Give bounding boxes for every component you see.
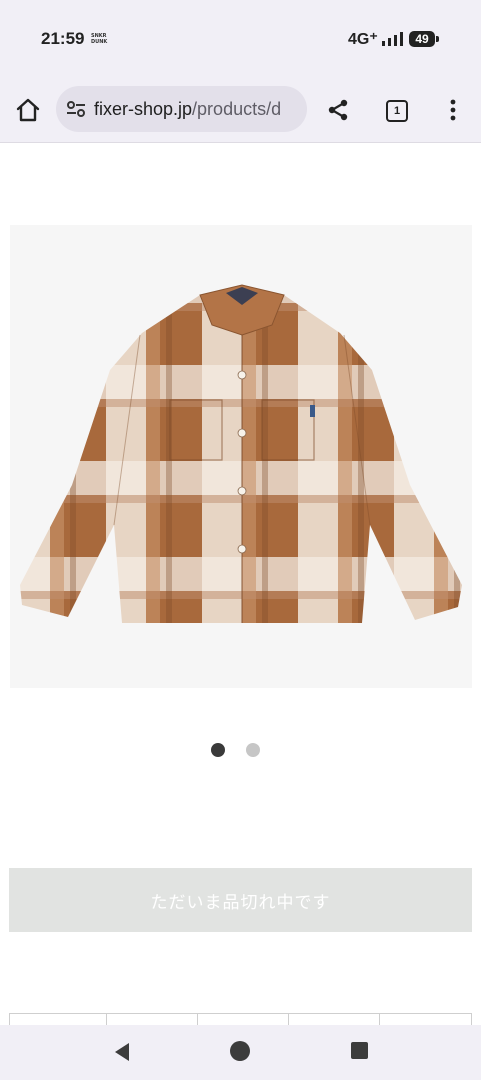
url-domain: fixer-shop.jp	[94, 99, 193, 119]
system-nav-bar	[0, 1025, 481, 1080]
product-image[interactable]	[10, 225, 472, 688]
tab-switcher-button[interactable]: 1	[386, 100, 408, 122]
home-icon[interactable]	[14, 96, 42, 124]
snkrdunk-notification-icon: SNKR DUNK	[91, 33, 108, 45]
status-bar: 21:59 SNKR DUNK 4G⁺ 49	[0, 0, 481, 76]
address-bar[interactable]: fixer-shop.jp/products/d	[56, 86, 307, 132]
battery-tip	[436, 36, 439, 42]
browser-toolbar: fixer-shop.jp/products/d 1	[0, 76, 481, 143]
url-path: /products/d	[192, 99, 282, 119]
signal-icon	[382, 32, 403, 46]
home-nav-icon[interactable]	[230, 1041, 250, 1061]
share-icon[interactable]	[326, 98, 350, 122]
sold-out-button[interactable]: ただいま品切れ中です	[9, 868, 472, 932]
flannel-shirt-image	[10, 225, 472, 688]
carousel-dot-1[interactable]	[211, 743, 225, 757]
site-settings-icon[interactable]	[66, 100, 86, 118]
url-text[interactable]: fixer-shop.jp/products/d	[94, 99, 304, 120]
back-icon[interactable]	[113, 1042, 131, 1062]
network-type: 4G⁺	[348, 31, 378, 48]
battery-icon: 49	[409, 31, 435, 47]
more-menu-icon[interactable]	[443, 98, 463, 122]
clock: 21:59	[41, 29, 85, 48]
recents-icon[interactable]	[351, 1042, 368, 1059]
carousel-dot-2[interactable]	[246, 743, 260, 757]
